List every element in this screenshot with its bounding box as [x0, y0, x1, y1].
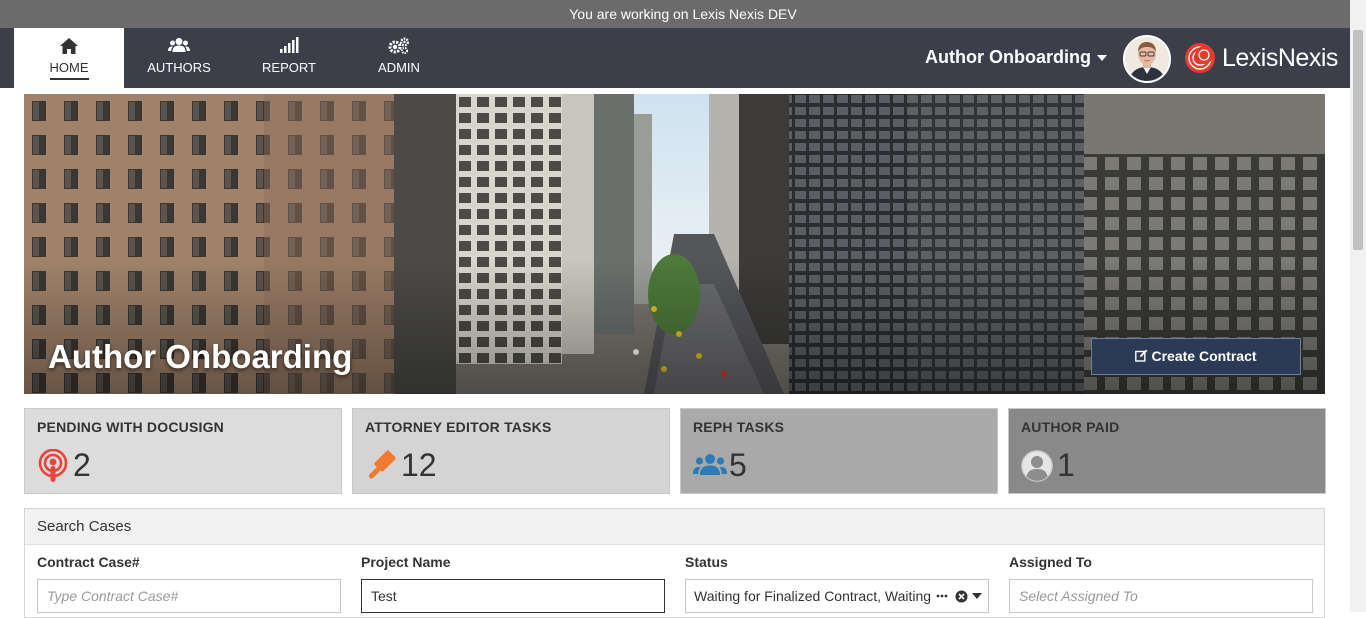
gavel-icon [365, 449, 399, 485]
clear-icon[interactable] [955, 580, 968, 612]
users-icon [124, 28, 234, 58]
caret-down-icon[interactable] [972, 580, 982, 612]
edit-icon [1135, 349, 1148, 362]
more-icon [936, 580, 948, 612]
nav-home-label: HOME [49, 60, 89, 80]
page-scrollbar[interactable] [1350, 0, 1366, 612]
scrollbar-thumb[interactable] [1353, 30, 1363, 250]
nav-report[interactable]: REPORT [234, 28, 344, 88]
nav-admin-label: ADMIN [378, 60, 420, 75]
nav-home[interactable]: HOME [14, 28, 124, 88]
card-author-paid[interactable]: AUTHOR PAID 1 [1008, 408, 1326, 494]
app-switcher-dropdown[interactable]: Author Onboarding [925, 47, 1107, 68]
hero-banner: Author Onboarding Create Contract [24, 94, 1325, 394]
contract-case-label: Contract Case# [37, 554, 140, 570]
podcast-icon [37, 448, 71, 485]
assigned-to-input[interactable] [1009, 579, 1313, 613]
create-contract-button[interactable]: Create Contract [1091, 338, 1301, 375]
card-title: PENDING WITH DOCUSIGN [37, 419, 224, 435]
user-avatar[interactable] [1123, 35, 1171, 83]
lexisnexis-logo: LexisNexis [1184, 41, 1338, 75]
nav-authors[interactable]: AUTHORS [124, 28, 234, 88]
nav-admin[interactable]: ADMIN [344, 28, 454, 88]
hero-title: Author Onboarding [48, 338, 353, 375]
status-select[interactable]: Waiting for Finalized Contract, Waiting … [685, 579, 989, 613]
card-pending-docusign[interactable]: PENDING WITH DOCUSIGN 2 [24, 408, 342, 494]
top-navbar: HOME AUTHORS REPORT ADMIN Author Onboard… [0, 28, 1350, 88]
search-cases-header: Search Cases [25, 509, 1324, 545]
card-count: 2 [73, 447, 91, 483]
search-cases-panel: Search Cases Contract Case# Project Name… [24, 508, 1325, 618]
contract-case-input[interactable] [37, 579, 341, 613]
home-icon [14, 28, 124, 58]
card-reph-tasks[interactable]: REPH TASKS 5 [680, 408, 998, 494]
signal-bars-icon [234, 28, 344, 58]
card-title: ATTORNEY EDITOR TASKS [365, 419, 552, 435]
brand-name: LexisNexis [1222, 43, 1338, 72]
card-title: AUTHOR PAID [1021, 419, 1120, 435]
nav-report-label: REPORT [262, 60, 316, 75]
create-contract-label: Create Contract [1151, 348, 1257, 364]
environment-banner: You are working on Lexis Nexis DEV [0, 0, 1366, 28]
card-count: 12 [401, 447, 437, 483]
gears-icon [344, 28, 454, 58]
users-icon [693, 449, 727, 485]
nav-authors-label: AUTHORS [147, 60, 211, 75]
card-title: REPH TASKS [693, 419, 785, 435]
status-selected-value: Waiting for Finalized Contract, Waiting … [694, 588, 934, 604]
status-label: Status [685, 554, 728, 570]
card-count: 5 [729, 447, 747, 483]
assigned-to-label: Assigned To [1009, 554, 1092, 570]
app-switcher-label: Author Onboarding [925, 47, 1091, 67]
project-name-input[interactable] [361, 579, 665, 613]
card-count: 1 [1057, 447, 1075, 483]
project-name-label: Project Name [361, 554, 451, 570]
card-attorney-editor-tasks[interactable]: ATTORNEY EDITOR TASKS 12 [352, 408, 670, 494]
caret-down-icon [1096, 55, 1107, 62]
lexisnexis-logo-mark [1185, 43, 1215, 73]
user-circle-icon [1021, 449, 1055, 485]
